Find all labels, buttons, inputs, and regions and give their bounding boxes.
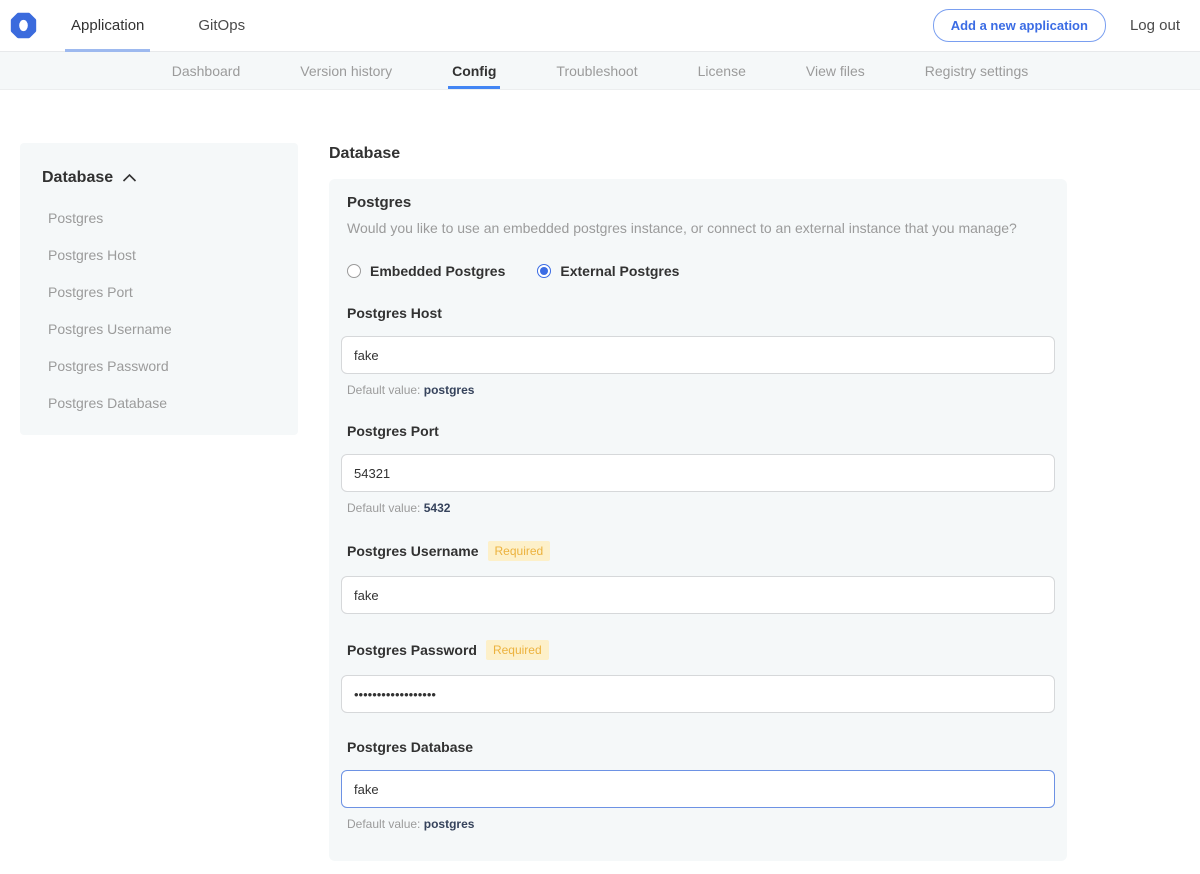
subnav-item-config[interactable]: Config — [452, 52, 496, 89]
field-label-postgres-password: Postgres Password — [347, 642, 477, 658]
postgres-host-default-hint: Default value: postgres — [347, 383, 1055, 397]
field-label-postgres-port: Postgres Port — [347, 423, 439, 439]
config-sidebar: Database Postgres Postgres Host Postgres… — [20, 143, 298, 435]
logout-link[interactable]: Log out — [1130, 17, 1180, 34]
chevron-up-icon — [122, 173, 137, 183]
field-label-postgres-username: Postgres Username — [347, 543, 479, 559]
radio-embedded-postgres[interactable]: Embedded Postgres — [347, 263, 505, 279]
add-new-application-button[interactable]: Add a new application — [933, 9, 1106, 42]
subnav-item-dashboard[interactable]: Dashboard — [172, 52, 241, 89]
top-nav-right: Add a new application Log out — [933, 9, 1180, 42]
default-value-text: postgres — [424, 817, 475, 831]
default-value-text: postgres — [424, 383, 475, 397]
sidebar-item-postgres-port[interactable]: Postgres Port — [20, 284, 298, 300]
sidebar-item-postgres-password[interactable]: Postgres Password — [20, 358, 298, 374]
sidebar-item-postgres-username[interactable]: Postgres Username — [20, 321, 298, 337]
subnav-item-version-history[interactable]: Version history — [300, 52, 392, 89]
required-badge: Required — [488, 541, 551, 561]
tab-application-label: Application — [71, 17, 144, 34]
sidebar-group-database[interactable]: Database — [20, 169, 298, 189]
postgres-host-input[interactable] — [341, 336, 1055, 374]
postgres-database-default-hint: Default value: postgres — [347, 817, 1055, 831]
radio-external-postgres[interactable]: External Postgres — [537, 263, 679, 279]
sidebar-item-postgres[interactable]: Postgres — [20, 210, 298, 226]
app-subnav: Dashboard Version history Config Trouble… — [0, 52, 1200, 90]
default-value-text: 5432 — [424, 501, 451, 515]
page-title: Database — [329, 145, 1067, 163]
field-label-postgres-host: Postgres Host — [347, 305, 442, 321]
required-badge: Required — [486, 640, 549, 660]
radio-embedded-postgres-label: Embedded Postgres — [370, 263, 505, 279]
postgres-group-label: Postgres — [341, 194, 1055, 211]
postgres-port-input[interactable] — [341, 454, 1055, 492]
database-config-panel: Postgres Would you like to use an embedd… — [329, 179, 1067, 861]
sidebar-item-postgres-database[interactable]: Postgres Database — [20, 395, 298, 411]
field-postgres-password: Postgres Password Required — [341, 640, 1055, 713]
default-value-label: Default value: — [347, 383, 420, 397]
app-logo-icon — [10, 12, 37, 39]
radio-unselected-icon — [347, 264, 361, 278]
radio-selected-icon — [537, 264, 551, 278]
field-postgres-database: Postgres Database Default value: postgre… — [341, 739, 1055, 831]
postgres-database-input[interactable] — [341, 770, 1055, 808]
top-tabs: Application GitOps — [65, 0, 293, 51]
subnav-item-troubleshoot[interactable]: Troubleshoot — [556, 52, 637, 89]
field-postgres-username: Postgres Username Required — [341, 541, 1055, 614]
postgres-group-help: Would you like to use an embedded postgr… — [341, 220, 1055, 236]
subnav-item-registry-settings[interactable]: Registry settings — [925, 52, 1028, 89]
default-value-label: Default value: — [347, 817, 420, 831]
postgres-port-default-hint: Default value: 5432 — [347, 501, 1055, 515]
tab-gitops[interactable]: GitOps — [192, 0, 251, 51]
sidebar-group-label: Database — [42, 169, 113, 187]
subnav-item-license[interactable]: License — [698, 52, 746, 89]
subnav-item-view-files[interactable]: View files — [806, 52, 865, 89]
radio-external-postgres-label: External Postgres — [560, 263, 679, 279]
tab-application[interactable]: Application — [65, 0, 150, 51]
sidebar-item-postgres-host[interactable]: Postgres Host — [20, 247, 298, 263]
field-label-postgres-database: Postgres Database — [347, 739, 473, 755]
postgres-password-input[interactable] — [341, 675, 1055, 713]
config-page-content: Database Postgres Postgres Host Postgres… — [0, 90, 1200, 874]
postgres-radio-group: Embedded Postgres External Postgres — [347, 263, 1055, 279]
postgres-username-input[interactable] — [341, 576, 1055, 614]
field-postgres-port: Postgres Port Default value: 5432 — [341, 423, 1055, 515]
config-main: Database Postgres Would you like to use … — [329, 143, 1067, 874]
field-postgres-host: Postgres Host Default value: postgres — [341, 305, 1055, 397]
top-navigation-bar: Application GitOps Add a new application… — [0, 0, 1200, 52]
tab-gitops-label: GitOps — [198, 17, 245, 34]
default-value-label: Default value: — [347, 501, 420, 515]
